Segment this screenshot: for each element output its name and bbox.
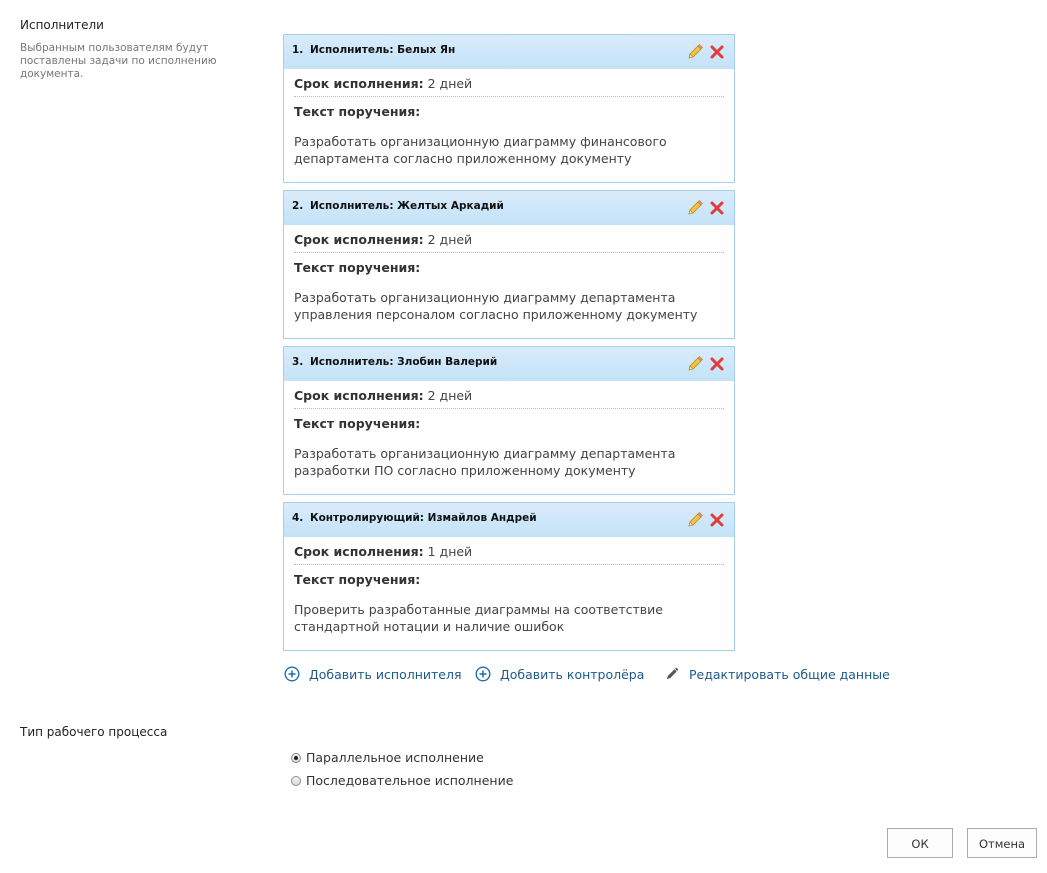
task-text-label: Текст поручения: [294,104,421,119]
radio-sequential-label: Последовательное исполнение [306,773,514,788]
delete-assignment-button[interactable] [708,355,726,373]
pencil-icon [688,512,703,527]
edit-assignment-button[interactable] [686,199,704,217]
assignment-card-header: 2. Исполнитель: Желтых Аркадий [284,191,734,225]
add-executor-link[interactable]: Добавить исполнителя [284,666,461,682]
plus-circle-icon [284,666,300,682]
delete-assignment-button[interactable] [708,43,726,61]
executors-section-title: Исполнители [20,18,104,32]
assignment-title: Исполнитель: Белых Ян [310,44,456,56]
edit-common-data-link[interactable]: Редактировать общие данные [664,666,890,682]
term-value: 2 дней [427,76,473,91]
term-label: Срок исполнения: [294,388,424,403]
task-text-label: Текст поручения: [294,416,421,431]
task-text: Разработать организационную диаграмму де… [294,290,698,322]
assignment-number: 3. [292,356,304,368]
task-text-label: Текст поручения: [294,260,421,275]
radio-parallel-label: Параллельное исполнение [306,750,484,765]
assignment-card-header: 4. Контролирующий: Измайлов Андрей [284,503,734,537]
pencil-icon [688,356,703,371]
assignment-card: 4. Контролирующий: Измайлов Андрей Срок … [283,502,735,651]
assignment-number: 4. [292,512,304,524]
radio-button[interactable] [291,775,301,786]
close-x-icon [710,45,724,59]
radio-button-checked[interactable] [291,752,301,763]
assignment-list: 1. Исполнитель: Белых Ян Срок исполнения… [283,34,735,658]
pencil-icon [688,44,703,59]
add-controller-link[interactable]: Добавить контролёра [475,666,644,682]
task-text: Проверить разработанные диаграммы на соо… [294,602,663,634]
term-label: Срок исполнения: [294,76,424,91]
edit-assignment-button[interactable] [686,511,704,529]
term-row: Срок исполнения: 2 дней [294,381,724,409]
pencil-icon [688,200,703,215]
assignment-card-header: 3. Исполнитель: Злобин Валерий [284,347,734,381]
assignment-number: 2. [292,200,304,212]
assignment-card: 3. Исполнитель: Злобин Валерий Срок испо… [283,346,735,495]
cancel-button[interactable]: Отмена [967,828,1037,858]
assignment-number: 1. [292,44,304,56]
term-row: Срок исполнения: 2 дней [294,225,724,253]
ok-button[interactable]: ОК [887,828,953,858]
edit-common-data-label: Редактировать общие данные [689,666,890,682]
term-label: Срок исполнения: [294,544,424,559]
close-x-icon [710,357,724,371]
task-text-label: Текст поручения: [294,572,421,587]
term-value: 2 дней [427,232,473,247]
add-controller-label: Добавить контролёра [500,666,645,682]
edit-assignment-button[interactable] [686,355,704,373]
close-x-icon [710,201,724,215]
term-value: 2 дней [427,388,473,403]
term-row: Срок исполнения: 2 дней [294,69,724,97]
radio-parallel[interactable]: Параллельное исполнение [291,746,513,769]
workflow-section-title: Тип рабочего процесса [20,725,168,739]
term-label: Срок исполнения: [294,232,424,247]
assignment-title: Контролирующий: Измайлов Андрей [310,512,537,524]
plus-circle-icon [475,666,491,682]
pencil-icon [664,666,680,682]
delete-assignment-button[interactable] [708,199,726,217]
assignment-title: Исполнитель: Желтых Аркадий [310,200,504,212]
assignment-card-header: 1. Исполнитель: Белых Ян [284,35,734,69]
close-x-icon [710,513,724,527]
term-row: Срок исполнения: 1 дней [294,537,724,565]
assignment-title: Исполнитель: Злобин Валерий [310,356,498,368]
delete-assignment-button[interactable] [708,511,726,529]
task-text: Разработать организационную диаграмму фи… [294,134,667,166]
edit-assignment-button[interactable] [686,43,704,61]
add-executor-label: Добавить исполнителя [309,666,462,682]
task-text: Разработать организационную диаграмму де… [294,446,676,478]
executors-section-description: Выбранным пользователям будут поставлены… [20,42,217,80]
assignment-card: 1. Исполнитель: Белых Ян Срок исполнения… [283,34,735,183]
workflow-type-radio-group: Параллельное исполнение Последовательное… [291,746,513,792]
radio-sequential[interactable]: Последовательное исполнение [291,769,513,792]
assignment-card: 2. Исполнитель: Желтых Аркадий Срок испо… [283,190,735,339]
term-value: 1 дней [427,544,473,559]
